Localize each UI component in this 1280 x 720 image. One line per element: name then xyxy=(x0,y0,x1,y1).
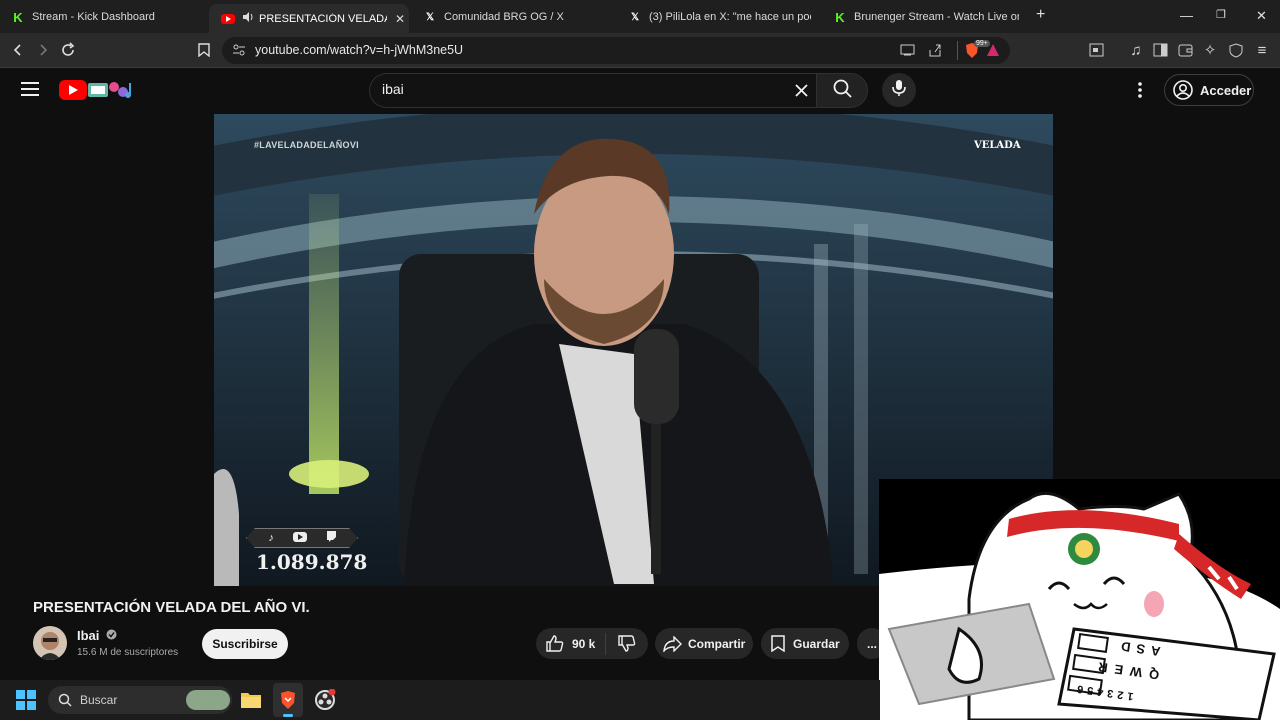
x-icon: 𝕏 xyxy=(425,11,435,23)
sign-in-button[interactable]: Acceder xyxy=(1164,74,1254,106)
close-window-icon[interactable]: ✕ xyxy=(1256,8,1267,24)
subscribe-button[interactable]: Suscribirse xyxy=(202,629,288,659)
search-input[interactable] xyxy=(382,81,772,97)
channel-avatar[interactable] xyxy=(33,626,67,660)
like-button[interactable]: 90 k xyxy=(536,632,606,655)
youtube-overlay-icon xyxy=(292,529,307,547)
search-icon xyxy=(833,79,852,103)
share-page-icon[interactable] xyxy=(927,42,943,63)
doodle-logo-icon[interactable] xyxy=(88,79,136,101)
bookmark-icon[interactable] xyxy=(194,40,214,60)
kick-icon: K xyxy=(12,9,24,25)
taskbar-search-placeholder: Buscar xyxy=(80,693,118,707)
search-icon xyxy=(58,693,72,707)
kick-icon: K xyxy=(834,9,846,25)
vpn-icon[interactable] xyxy=(1226,40,1246,60)
video-title: PRESENTACIÓN VELADA DEL AÑO VI. xyxy=(33,599,310,616)
event-brand-overlay: VELADA xyxy=(974,140,1021,151)
channel-name[interactable]: Ibai xyxy=(77,628,117,643)
verified-icon xyxy=(106,629,117,640)
brave-icon xyxy=(279,690,297,715)
new-tab-button[interactable]: + xyxy=(1036,6,1045,24)
account-icon xyxy=(1173,80,1193,100)
save-button[interactable]: Guardar xyxy=(761,628,849,659)
audio-playing-icon[interactable] xyxy=(243,12,254,25)
file-explorer-icon[interactable] xyxy=(240,690,262,714)
more-actions-label: ... xyxy=(866,636,877,651)
windows-taskbar: Buscar xyxy=(0,680,880,720)
tab-title: Brunenger Stream - Watch Live on Ki xyxy=(854,11,1019,23)
clear-search-icon[interactable] xyxy=(794,83,809,103)
viewer-counter: 1.089.878 xyxy=(256,550,368,574)
save-playlist-icon xyxy=(771,635,785,652)
share-button[interactable]: Compartir xyxy=(655,628,753,659)
tiktok-icon: ♪ xyxy=(268,532,274,544)
tab-title: PRESENTACIÓN VELADA DEL xyxy=(259,12,387,25)
sign-in-label: Acceder xyxy=(1200,82,1252,98)
tab-pililola[interactable]: 𝕏 (3) PiliLola en X: "me hace un poco d xyxy=(617,4,822,30)
address-bar[interactable]: youtube.com/watch?v=h-jWhM3ne5U 99+ xyxy=(222,37,1010,64)
sidebar-icon[interactable] xyxy=(1150,40,1170,60)
leo-ai-icon[interactable]: ✧ xyxy=(1200,40,1220,60)
brave-rewards-icon[interactable] xyxy=(986,43,1000,62)
url-text: youtube.com/watch?v=h-jWhM3ne5U xyxy=(255,43,464,57)
tab-youtube-video[interactable]: PRESENTACIÓN VELADA DEL ✕ xyxy=(209,4,409,33)
youtube-icon xyxy=(221,13,235,24)
media-control-icon[interactable]: ♫ xyxy=(1126,40,1146,60)
thumbs-up-icon xyxy=(546,635,564,652)
minimize-icon[interactable]: — xyxy=(1180,8,1193,23)
x-icon: 𝕏 xyxy=(630,11,640,23)
subscriber-count: 15.6 M de suscriptores xyxy=(77,647,179,658)
streamer-overlay: ASD QWER 123456 xyxy=(879,479,1280,720)
twitch-icon xyxy=(326,529,336,547)
voice-search-button[interactable] xyxy=(882,73,916,107)
forward-icon[interactable] xyxy=(33,40,53,60)
cast-icon[interactable] xyxy=(900,43,916,62)
search-box[interactable] xyxy=(369,73,816,108)
back-icon[interactable] xyxy=(8,40,28,60)
tab-title: Comunidad BRG OG / X xyxy=(444,11,564,23)
tab-brunenger-stream[interactable]: K Brunenger Stream - Watch Live on Ki xyxy=(822,4,1027,30)
dislike-button[interactable] xyxy=(606,635,648,652)
thumbs-down-icon xyxy=(618,635,636,652)
channel-name-text: Ibai xyxy=(77,628,100,643)
save-label: Guardar xyxy=(793,636,840,651)
like-count: 90 k xyxy=(572,636,596,651)
search-highlight-image xyxy=(186,690,230,710)
tab-title: (3) PiliLola en X: "me hace un poco d xyxy=(649,11,811,23)
tab-title: Stream - Kick Dashboard xyxy=(32,11,155,23)
youtube-logo-icon[interactable] xyxy=(59,80,87,100)
obs-studio-icon[interactable] xyxy=(314,688,336,716)
share-label: Compartir xyxy=(688,636,746,651)
browser-tab-strip: K Stream - Kick Dashboard PRESENTACIÓN V… xyxy=(0,0,1280,33)
reload-icon[interactable] xyxy=(58,40,78,60)
browser-toolbar: youtube.com/watch?v=h-jWhM3ne5U 99+ ♫ ✧ … xyxy=(0,33,1280,68)
tab-comunidad-brg[interactable]: 𝕏 Comunidad BRG OG / X xyxy=(412,4,616,30)
like-dislike-group: 90 k xyxy=(536,628,648,659)
site-info-icon[interactable] xyxy=(232,43,246,62)
tab-kick-dashboard[interactable]: K Stream - Kick Dashboard xyxy=(0,4,205,30)
active-indicator xyxy=(283,714,293,717)
reading-mode-icon[interactable] xyxy=(1086,40,1106,60)
divider xyxy=(957,41,958,60)
social-icons-overlay: ♪ xyxy=(246,528,358,548)
hamburger-menu-icon[interactable] xyxy=(21,82,39,101)
restore-icon[interactable]: ❐ xyxy=(1216,8,1226,21)
brave-taskbar-button[interactable] xyxy=(273,683,303,717)
search-button[interactable] xyxy=(816,73,868,108)
wallet-icon[interactable] xyxy=(1175,40,1195,60)
taskbar-search[interactable]: Buscar xyxy=(48,686,232,714)
youtube-header: Acceder xyxy=(0,68,1280,114)
settings-more-icon[interactable] xyxy=(1137,81,1143,104)
hashtag-overlay: #LAVELADADELAÑOVI xyxy=(254,140,359,150)
share-icon xyxy=(663,635,682,652)
close-tab-icon[interactable]: ✕ xyxy=(395,12,405,26)
menu-icon[interactable]: ≡ xyxy=(1252,40,1272,60)
microphone-icon xyxy=(892,79,906,102)
windows-start-icon[interactable] xyxy=(16,690,36,715)
